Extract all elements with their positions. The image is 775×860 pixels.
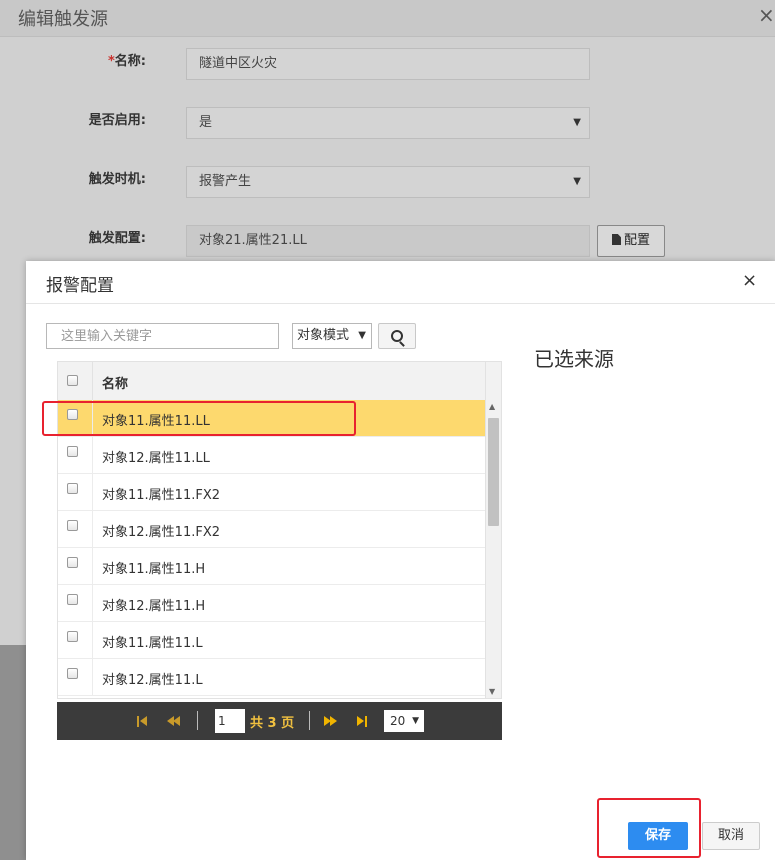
column-header-name: 名称 bbox=[102, 377, 129, 392]
page-size-select[interactable]: 20 ▼ bbox=[384, 710, 424, 732]
first-page-icon[interactable] bbox=[137, 716, 147, 727]
enabled-select[interactable]: 是 ▼ bbox=[186, 107, 590, 139]
highlight-annotation-row bbox=[42, 401, 356, 436]
document-icon bbox=[611, 234, 621, 245]
prev-page-icon[interactable] bbox=[167, 716, 181, 727]
table-row[interactable]: 对象11.属性11.H bbox=[58, 548, 485, 585]
alarm-dialog-title: 报警配置 bbox=[46, 276, 114, 296]
trigger-time-select[interactable]: 报警产生 ▼ bbox=[186, 166, 590, 198]
pager-divider bbox=[309, 711, 310, 730]
search-icon bbox=[391, 330, 403, 342]
row-checkbox[interactable] bbox=[67, 668, 78, 679]
page-number-input[interactable]: 1 bbox=[215, 709, 245, 733]
table-row[interactable]: 对象12.属性11.H bbox=[58, 585, 485, 622]
last-page-icon[interactable] bbox=[357, 716, 367, 727]
cancel-button[interactable]: 取消 bbox=[702, 822, 760, 850]
required-mark: * bbox=[107, 54, 115, 69]
highlight-annotation-save bbox=[597, 798, 701, 858]
search-button[interactable] bbox=[378, 323, 416, 349]
row-name: 对象11.属性11.FX2 bbox=[102, 488, 221, 503]
row-name: 对象11.属性11.L bbox=[102, 636, 203, 651]
row-name: 对象12.属性11.H bbox=[102, 599, 206, 614]
table-row[interactable]: 对象11.属性11.L bbox=[58, 622, 485, 659]
caret-down-icon: ▼ bbox=[358, 330, 366, 341]
mode-select[interactable]: 对象模式 ▼ bbox=[292, 323, 372, 349]
row-checkbox[interactable] bbox=[67, 483, 78, 494]
name-label: *名称: bbox=[107, 54, 146, 69]
select-all-checkbox[interactable] bbox=[67, 375, 78, 386]
trigger-config-input: 对象21.属性21.LL bbox=[186, 225, 590, 257]
row-checkbox[interactable] bbox=[67, 520, 78, 531]
row-name: 对象11.属性11.H bbox=[102, 562, 206, 577]
table-row[interactable]: 对象12.属性11.LL bbox=[58, 437, 485, 474]
table-body: 对象11.属性11.LL 对象12.属性11.LL 对象11.属性11.FX2 … bbox=[58, 400, 485, 696]
pager-divider bbox=[197, 711, 198, 730]
table-header: 名称 bbox=[58, 362, 501, 401]
scroll-down-icon[interactable]: ▼ bbox=[489, 687, 495, 696]
caret-down-icon: ▼ bbox=[573, 176, 581, 187]
enabled-label: 是否启用: bbox=[88, 113, 146, 128]
keyword-search-input[interactable] bbox=[46, 323, 279, 349]
row-name: 对象12.属性11.FX2 bbox=[102, 525, 221, 540]
pagination-bar: 1 共 3 页 20 ▼ bbox=[57, 702, 502, 740]
row-name: 对象12.属性11.L bbox=[102, 673, 203, 688]
background-dialog-header: 编辑触发源 × bbox=[0, 0, 775, 37]
background-close-icon[interactable]: × bbox=[758, 3, 775, 27]
table-scrollbar[interactable]: ▲ ▼ bbox=[485, 400, 501, 698]
overlay-mask bbox=[0, 645, 26, 860]
close-icon[interactable]: × bbox=[742, 270, 757, 291]
alarm-config-dialog: 报警配置 × 对象模式▼ 已选来源 名称 对象11.属性11.LL 对象12.属… bbox=[26, 261, 775, 860]
row-checkbox[interactable] bbox=[67, 594, 78, 605]
table-row[interactable]: 对象12.属性11.FX2 bbox=[58, 511, 485, 548]
scroll-thumb[interactable] bbox=[488, 418, 499, 526]
name-input[interactable]: 隧道中区火灾 bbox=[186, 48, 590, 80]
row-checkbox[interactable] bbox=[67, 557, 78, 568]
next-page-icon[interactable] bbox=[324, 716, 338, 727]
total-pages-text: 共 3 页 bbox=[250, 716, 295, 731]
alarm-dialog-header: 报警配置 × bbox=[26, 261, 775, 304]
trigger-config-label: 触发配置: bbox=[88, 231, 146, 246]
config-button[interactable]: 配置 bbox=[597, 225, 665, 257]
scroll-up-icon[interactable]: ▲ bbox=[489, 402, 495, 411]
row-checkbox[interactable] bbox=[67, 446, 78, 457]
caret-down-icon: ▼ bbox=[412, 716, 419, 726]
row-checkbox[interactable] bbox=[67, 631, 78, 642]
background-dialog-title: 编辑触发源 bbox=[18, 9, 108, 30]
caret-down-icon: ▼ bbox=[573, 117, 581, 128]
table-row[interactable]: 对象11.属性11.FX2 bbox=[58, 474, 485, 511]
trigger-time-label: 触发时机: bbox=[88, 172, 146, 187]
selected-sources-title: 已选来源 bbox=[534, 347, 614, 371]
table-row[interactable]: 对象12.属性11.L bbox=[58, 659, 485, 696]
row-name: 对象12.属性11.LL bbox=[102, 451, 210, 466]
